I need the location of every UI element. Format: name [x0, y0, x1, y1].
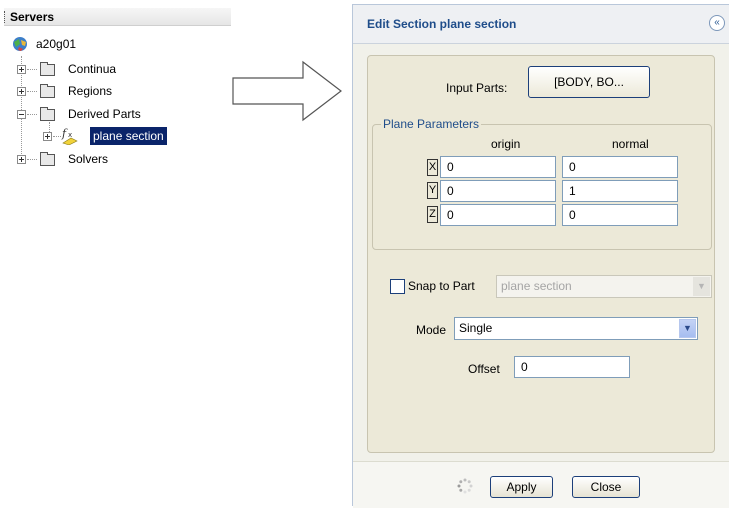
double-chevron-up-icon[interactable]: « [709, 15, 725, 31]
tree-item-derived-parts[interactable]: Derived Parts [14, 105, 174, 123]
expand-icon[interactable] [17, 155, 26, 164]
mode-label: Mode [416, 323, 447, 337]
dialog-footer: Apply Close [353, 461, 729, 508]
folder-icon [40, 84, 55, 98]
origin-x-input[interactable]: 0 [440, 156, 556, 178]
normal-header: normal [612, 137, 649, 151]
mode-value: Single [459, 321, 493, 335]
snap-to-part-label: Snap to Part [408, 279, 475, 293]
plane-parameters-legend: Plane Parameters [381, 117, 482, 131]
folder-icon [40, 62, 55, 76]
normal-z-input[interactable]: 0 [562, 204, 678, 226]
dialog-body: Input Parts: [BODY, BO... Plane Paramete… [367, 55, 715, 453]
y-axis-button[interactable]: Y [427, 182, 438, 199]
origin-header: origin [491, 137, 521, 151]
close-button[interactable]: Close [572, 476, 640, 498]
tree-item-label-selected: plane section [90, 127, 167, 145]
dialog-titlebar: Edit Section plane section « [353, 5, 729, 44]
snap-to-part-checkbox[interactable] [390, 279, 405, 294]
dialog-title: Edit Section plane section [367, 17, 517, 31]
offset-label: Offset [468, 362, 500, 376]
mode-select[interactable]: Single ▼ [454, 317, 698, 340]
tree-header: Servers [4, 8, 231, 26]
snap-part-value: plane section [501, 279, 572, 293]
server-globe-icon [13, 37, 27, 51]
derived-part-fx-icon: f x [61, 127, 78, 145]
origin-z-input[interactable]: 0 [440, 204, 556, 226]
servers-tree-panel: Servers a20g01 Continua Regions Derived … [0, 0, 233, 506]
folder-icon [40, 107, 55, 121]
expand-icon[interactable] [17, 87, 26, 96]
x-axis-button[interactable]: X [427, 159, 438, 176]
header-separator [4, 11, 6, 23]
tree-root-label: a20g01 [36, 37, 77, 51]
expand-icon[interactable] [17, 65, 26, 74]
svg-text:x: x [68, 131, 72, 139]
chevron-down-icon: ▼ [693, 277, 710, 296]
apply-button[interactable]: Apply [490, 476, 553, 498]
z-axis-button[interactable]: Z [427, 206, 438, 223]
edit-section-dialog: Edit Section plane section « Input Parts… [352, 4, 729, 508]
origin-y-input[interactable]: 0 [440, 180, 556, 202]
svg-text:f: f [61, 127, 68, 140]
collapse-icon[interactable] [17, 110, 26, 119]
tree-root-node[interactable]: a20g01 [8, 35, 168, 53]
tree-item-label: Solvers [68, 152, 109, 166]
tree-item-label: Derived Parts [68, 107, 141, 121]
chevron-down-icon[interactable]: ▼ [679, 319, 696, 338]
input-parts-button[interactable]: [BODY, BO... [528, 66, 650, 98]
tree-item-plane-section[interactable]: f x plane section [40, 127, 200, 145]
tree-item-continua[interactable]: Continua [14, 60, 174, 78]
tree-header-title: Servers [10, 10, 55, 24]
spinner-icon [457, 478, 473, 494]
folder-icon [40, 152, 55, 166]
input-parts-label: Input Parts: [446, 81, 508, 95]
tree-item-label: Continua [68, 62, 117, 76]
tree-item-label: Regions [68, 84, 113, 98]
tree-item-solvers[interactable]: Solvers [14, 150, 174, 168]
offset-input[interactable]: 0 [514, 356, 630, 378]
snap-part-select: plane section ▼ [496, 275, 712, 298]
normal-x-input[interactable]: 0 [562, 156, 678, 178]
tree-item-regions[interactable]: Regions [14, 82, 174, 100]
right-arrow-icon [232, 60, 342, 122]
normal-y-input[interactable]: 1 [562, 180, 678, 202]
plane-parameters-group: Plane Parameters origin normal X 0 0 Y 0… [372, 117, 712, 250]
expand-icon[interactable] [43, 132, 52, 141]
